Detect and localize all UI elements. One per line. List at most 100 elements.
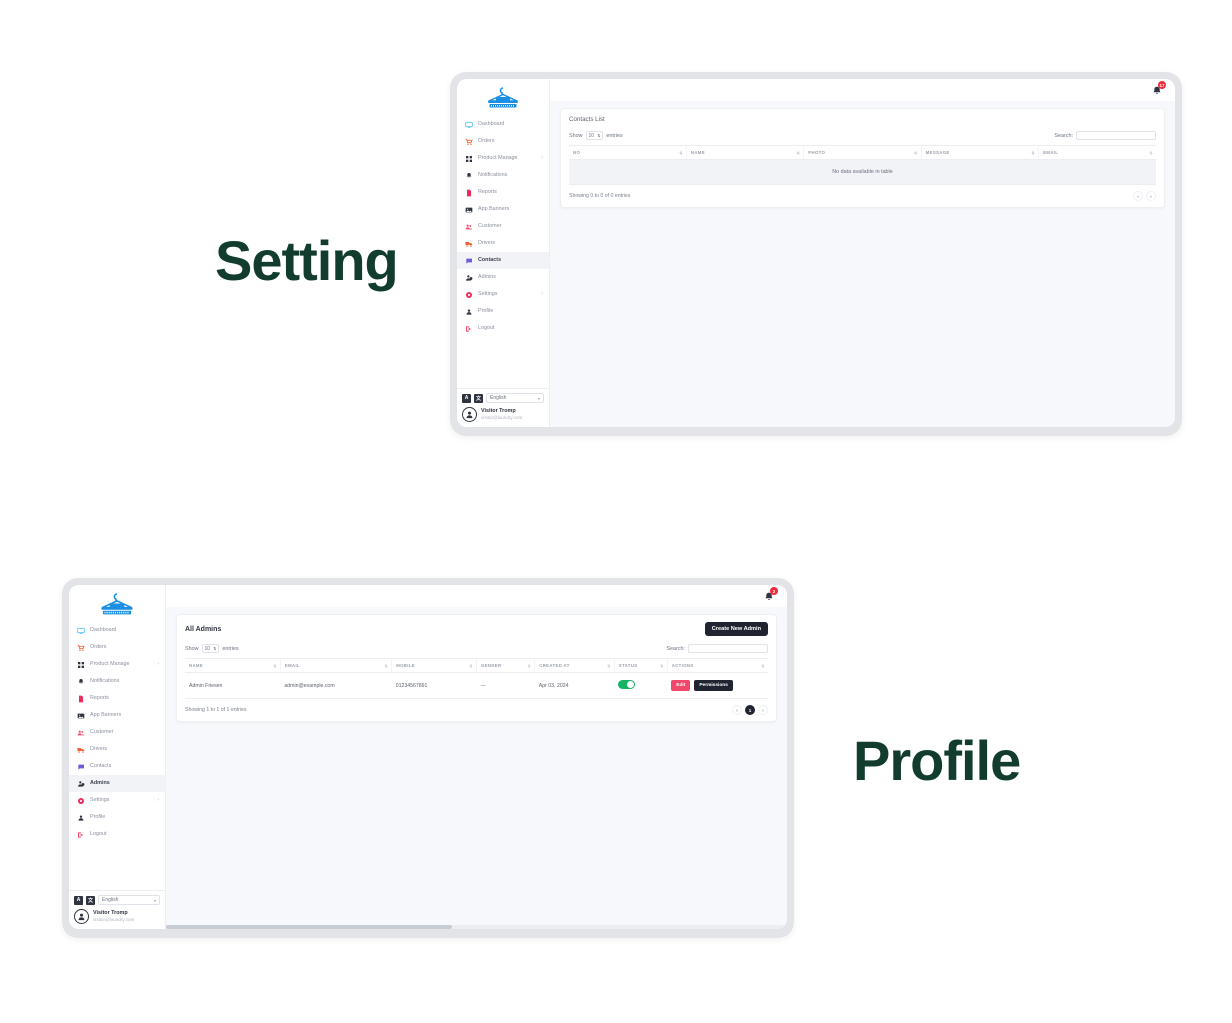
sidebar-item-orders[interactable]: Orders [69, 639, 165, 656]
search-input[interactable] [688, 644, 768, 653]
sidebar-item-notifications[interactable]: Notifications [457, 167, 549, 184]
language-switcher[interactable]: A 文 English ▾ [74, 895, 160, 905]
create-new-admin-button[interactable]: Create New Admin [704, 622, 768, 636]
contacts-table: NO ⇅ NAME ⇅ PHOTO ⇅ MESSAGE ⇅ EMAIL ⇅ No data ava… [569, 145, 1156, 185]
lang-alt-button[interactable]: 文 [474, 393, 483, 403]
sidebar-item-reports[interactable]: Reports [457, 184, 549, 201]
page-size-select[interactable]: 10 ⇅ [201, 644, 220, 653]
sidebar-user-email: visitor@laundry.com [93, 917, 135, 923]
sidebar-item-contacts[interactable]: Contacts [457, 252, 549, 269]
edit-button[interactable]: Edit [671, 680, 691, 691]
sidebar-item-orders[interactable]: Orders [457, 133, 549, 150]
cell-actions: Edit Permissions [667, 672, 768, 699]
horizontal-scrollbar[interactable] [166, 925, 787, 929]
column-header[interactable]: NAME ⇅ [686, 145, 805, 160]
sidebar-item-admins[interactable]: Admins [69, 775, 165, 792]
language-select[interactable]: English ▾ [98, 895, 160, 905]
grid-icon [465, 155, 473, 163]
sidebar-user[interactable]: Visitor Tromp visitor@laundry.com [462, 407, 544, 422]
column-header[interactable]: MOBILE ⇅ [391, 658, 477, 673]
column-header[interactable]: STATUS ⇅ [614, 658, 668, 673]
sort-icon: ⇅ [469, 663, 473, 668]
cell-gender: — [476, 672, 535, 699]
pagination-page-1[interactable]: 1 [745, 705, 755, 715]
logout-icon [77, 831, 85, 839]
brand-logo[interactable] [457, 79, 549, 113]
sidebar-item-dashboard[interactable]: Dashboard [69, 622, 165, 639]
language-select[interactable]: English ▾ [486, 393, 544, 403]
table-row: Admin Friesen admin@example.com 0123456789… [185, 672, 768, 699]
scrollbar-thumb[interactable] [166, 925, 452, 929]
sidebar-item-drivers[interactable]: Drivers [69, 741, 165, 758]
sidebar-item-drivers[interactable]: Drivers [457, 235, 549, 252]
status-toggle[interactable] [618, 680, 636, 689]
user-shield-icon [465, 274, 473, 282]
sidebar-item-settings[interactable]: Settings › [69, 792, 165, 809]
lang-alt-button[interactable]: 文 [86, 895, 95, 905]
sidebar-item-profile[interactable]: Profile [457, 303, 549, 320]
column-header[interactable]: EMAIL ⇅ [280, 658, 393, 673]
entries-label: entries [606, 132, 623, 139]
column-header[interactable]: NO ⇅ [569, 145, 687, 160]
sidebar-item-customer[interactable]: Customer [69, 724, 165, 741]
language-switcher[interactable]: A 文 English ▾ [462, 393, 544, 403]
monitor-icon [465, 121, 473, 129]
lang-latin-button[interactable]: A [74, 895, 83, 905]
person-icon [78, 913, 85, 921]
sidebar-item-contacts[interactable]: Contacts [69, 758, 165, 775]
image-icon [77, 712, 85, 720]
chevron-right-icon: › [541, 291, 543, 297]
sidebar-item-reports[interactable]: Reports [69, 690, 165, 707]
cell-created-at: Apr 03, 2024 [534, 672, 615, 699]
column-header[interactable]: PHOTO ⇅ [803, 145, 922, 160]
pagination-prev[interactable]: « [1133, 191, 1143, 201]
column-header[interactable]: EMAIL ⇅ [1038, 145, 1156, 160]
sidebar-user[interactable]: Visitor Tromp visitor@laundry.com [74, 909, 160, 924]
sidebar-item-product-manage[interactable]: Product Manage › [457, 150, 549, 167]
brand-logo[interactable] [69, 585, 165, 619]
sidebar-item-settings[interactable]: Settings › [457, 286, 549, 303]
pagination-prev[interactable]: « [732, 705, 742, 715]
sidebar-item-label: Contacts [478, 256, 502, 263]
avatar [74, 909, 89, 924]
device-frame-profile: Dashboard Orders Product Manage › Notificati… [62, 578, 794, 938]
sidebar-item-admins[interactable]: Admins [457, 269, 549, 286]
sidebar-item-app-banners[interactable]: App Banners [69, 707, 165, 724]
sidebar-item-logout[interactable]: Logout [69, 826, 165, 843]
contacts-table-footer: Showing 0 to 0 of 0 entries « » [569, 191, 1156, 201]
column-header[interactable]: GENDER ⇅ [476, 658, 536, 673]
lang-latin-button[interactable]: A [462, 393, 471, 403]
pagination-next[interactable]: » [1146, 191, 1156, 201]
notifications-button[interactable]: 17 [1151, 81, 1166, 96]
logout-icon [465, 325, 473, 333]
sidebar-item-profile[interactable]: Profile [69, 809, 165, 826]
sidebar-item-product-manage[interactable]: Product Manage › [69, 656, 165, 673]
gear-icon [465, 291, 473, 299]
sidebar-item-app-banners[interactable]: App Banners [457, 201, 549, 218]
sidebar-item-notifications[interactable]: Notifications [69, 673, 165, 690]
sort-icon: ⇅ [273, 663, 277, 668]
sidebar-item-customer[interactable]: Customer [457, 218, 549, 235]
notifications-button[interactable]: 2 [763, 587, 778, 602]
permissions-button[interactable]: Permissions [694, 680, 733, 691]
sidebar-item-label: Customer [478, 222, 502, 229]
column-header[interactable]: MESSAGE ⇅ [921, 145, 1040, 160]
column-header-label: STATUS [618, 663, 638, 668]
column-header[interactable]: NAME ⇅ [185, 658, 281, 673]
column-header[interactable]: ACTIONS ⇅ [667, 658, 768, 673]
sort-icon: ⇅ [796, 150, 801, 155]
main-area-profile: 2 All Admins Create New Admin Show 10 ⇅ … [166, 585, 787, 929]
sidebar-item-logout[interactable]: Logout [457, 320, 549, 337]
sidebar-item-label: App Banners [478, 205, 510, 212]
page-size-select[interactable]: 10 ⇅ [585, 131, 604, 140]
sidebar-item-dashboard[interactable]: Dashboard [457, 116, 549, 133]
sidebar-item-label: Settings [90, 796, 110, 803]
sidebar-item-label: Product Manage [478, 154, 518, 161]
pagination-next[interactable]: » [758, 705, 768, 715]
sidebar-item-label: Product Manage [90, 660, 130, 667]
search-input[interactable] [1076, 131, 1156, 140]
column-header[interactable]: CREATED AT ⇅ [534, 658, 615, 673]
admins-table-footer: Showing 1 to 1 of 1 entries « 1 » [185, 705, 768, 715]
sort-icon: ⇅ [761, 663, 765, 668]
pagination: « 1 » [732, 705, 768, 715]
